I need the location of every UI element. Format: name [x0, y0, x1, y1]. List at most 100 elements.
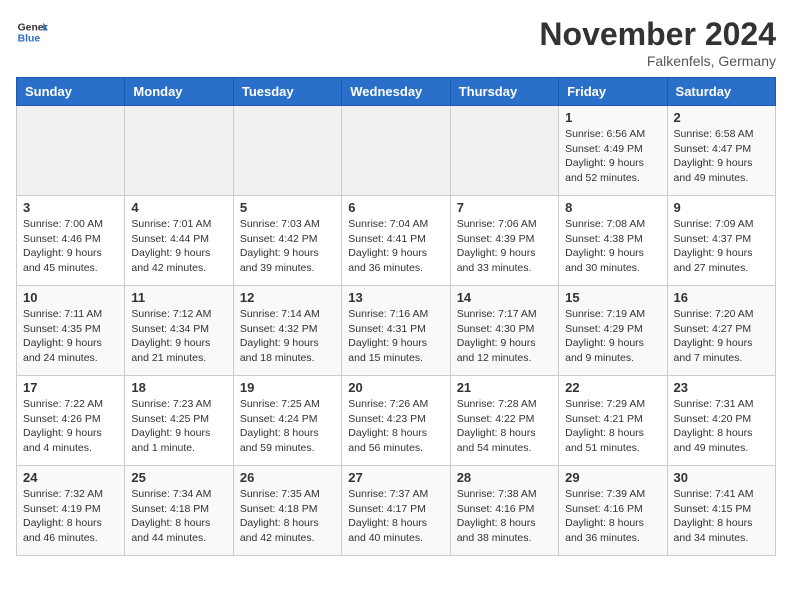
day-number: 6: [348, 200, 443, 215]
day-number: 24: [23, 470, 118, 485]
calendar-header-row: SundayMondayTuesdayWednesdayThursdayFrid…: [17, 78, 776, 106]
day-cell: 24Sunrise: 7:32 AM Sunset: 4:19 PM Dayli…: [17, 466, 125, 556]
day-number: 17: [23, 380, 118, 395]
day-info: Sunrise: 7:25 AM Sunset: 4:24 PM Dayligh…: [240, 397, 335, 456]
day-cell: 4Sunrise: 7:01 AM Sunset: 4:44 PM Daylig…: [125, 196, 233, 286]
day-cell: 23 Sunrise: 7:31 AM Sunset: 4:20 PM Dayli…: [667, 376, 775, 466]
week-row-5: 24Sunrise: 7:32 AM Sunset: 4:19 PM Dayli…: [17, 466, 776, 556]
day-info: Sunrise: 7:41 AM Sunset: 4:15 PM Dayligh…: [674, 487, 769, 546]
day-info: Sunrise: 7:04 AM Sunset: 4:41 PM Dayligh…: [348, 217, 443, 276]
day-cell: 11 Sunrise: 7:12 AM Sunset: 4:34 PM Dayli…: [125, 286, 233, 376]
day-cell: 13 Sunrise: 7:16 AM Sunset: 4:31 PM Dayli…: [342, 286, 450, 376]
day-number: 16: [674, 290, 769, 305]
title-area: November 2024 Falkenfels, Germany: [539, 16, 776, 69]
day-number: 27: [348, 470, 443, 485]
day-info: Sunrise: 7:34 AM Sunset: 4:18 PM Dayligh…: [131, 487, 226, 546]
day-number: 10: [23, 290, 118, 305]
day-number: 14: [457, 290, 552, 305]
day-number: 20: [348, 380, 443, 395]
day-info: Sunrise: 7:23 AM Sunset: 4:25 PM Dayligh…: [131, 397, 226, 456]
header-thursday: Thursday: [450, 78, 558, 106]
day-cell: 21 Sunrise: 7:28 AM Sunset: 4:22 PM Dayli…: [450, 376, 558, 466]
day-info: Sunrise: 7:37 AM Sunset: 4:17 PM Dayligh…: [348, 487, 443, 546]
day-number: 9: [674, 200, 769, 215]
day-cell: 14 Sunrise: 7:17 AM Sunset: 4:30 PM Dayli…: [450, 286, 558, 376]
day-cell: 25 Sunrise: 7:34 AM Sunset: 4:18 PM Dayli…: [125, 466, 233, 556]
day-number: 8: [565, 200, 660, 215]
day-info: Sunrise: 7:16 AM Sunset: 4:31 PM Dayligh…: [348, 307, 443, 366]
day-number: 7: [457, 200, 552, 215]
week-row-1: 1 Sunrise: 6:56 AM Sunset: 4:49 PM Daylig…: [17, 106, 776, 196]
day-info: Sunrise: 7:28 AM Sunset: 4:22 PM Dayligh…: [457, 397, 552, 456]
day-cell: 7 Sunrise: 7:06 AM Sunset: 4:39 PM Daylig…: [450, 196, 558, 286]
day-number: 25: [131, 470, 226, 485]
header-friday: Friday: [559, 78, 667, 106]
day-number: 23: [674, 380, 769, 395]
day-cell: 27 Sunrise: 7:37 AM Sunset: 4:17 PM Dayli…: [342, 466, 450, 556]
week-row-2: 3 Sunrise: 7:00 AM Sunset: 4:46 PM Daylig…: [17, 196, 776, 286]
month-title: November 2024: [539, 16, 776, 53]
location: Falkenfels, Germany: [539, 53, 776, 69]
day-cell: [233, 106, 341, 196]
calendar-table: SundayMondayTuesdayWednesdayThursdayFrid…: [16, 77, 776, 556]
day-cell: 29 Sunrise: 7:39 AM Sunset: 4:16 PM Dayli…: [559, 466, 667, 556]
week-row-4: 17 Sunrise: 7:22 AM Sunset: 4:26 PM Dayli…: [17, 376, 776, 466]
day-cell: 12Sunrise: 7:14 AM Sunset: 4:32 PM Dayli…: [233, 286, 341, 376]
day-info: Sunrise: 7:20 AM Sunset: 4:27 PM Dayligh…: [674, 307, 769, 366]
day-cell: 16 Sunrise: 7:20 AM Sunset: 4:27 PM Dayli…: [667, 286, 775, 376]
day-info: Sunrise: 7:09 AM Sunset: 4:37 PM Dayligh…: [674, 217, 769, 276]
header-monday: Monday: [125, 78, 233, 106]
day-number: 11: [131, 290, 226, 305]
day-number: 30: [674, 470, 769, 485]
day-info: Sunrise: 7:12 AM Sunset: 4:34 PM Dayligh…: [131, 307, 226, 366]
day-number: 3: [23, 200, 118, 215]
day-number: 4: [131, 200, 226, 215]
logo-icon: General Blue: [16, 16, 48, 48]
day-number: 1: [565, 110, 660, 125]
day-number: 19: [240, 380, 335, 395]
day-info: Sunrise: 7:31 AM Sunset: 4:20 PM Dayligh…: [674, 397, 769, 456]
day-info: Sunrise: 6:58 AM Sunset: 4:47 PM Dayligh…: [674, 127, 769, 186]
day-number: 18: [131, 380, 226, 395]
day-cell: 15 Sunrise: 7:19 AM Sunset: 4:29 PM Dayli…: [559, 286, 667, 376]
day-info: Sunrise: 7:06 AM Sunset: 4:39 PM Dayligh…: [457, 217, 552, 276]
day-info: Sunrise: 7:39 AM Sunset: 4:16 PM Dayligh…: [565, 487, 660, 546]
day-number: 26: [240, 470, 335, 485]
day-cell: [125, 106, 233, 196]
header-saturday: Saturday: [667, 78, 775, 106]
header-sunday: Sunday: [17, 78, 125, 106]
day-info: Sunrise: 7:22 AM Sunset: 4:26 PM Dayligh…: [23, 397, 118, 456]
day-number: 22: [565, 380, 660, 395]
day-cell: 26Sunrise: 7:35 AM Sunset: 4:18 PM Dayli…: [233, 466, 341, 556]
header-wednesday: Wednesday: [342, 78, 450, 106]
day-cell: 9 Sunrise: 7:09 AM Sunset: 4:37 PM Daylig…: [667, 196, 775, 286]
week-row-3: 10 Sunrise: 7:11 AM Sunset: 4:35 PM Dayli…: [17, 286, 776, 376]
day-number: 29: [565, 470, 660, 485]
day-cell: 10 Sunrise: 7:11 AM Sunset: 4:35 PM Dayli…: [17, 286, 125, 376]
day-cell: 20Sunrise: 7:26 AM Sunset: 4:23 PM Dayli…: [342, 376, 450, 466]
day-info: Sunrise: 7:17 AM Sunset: 4:30 PM Dayligh…: [457, 307, 552, 366]
day-info: Sunrise: 7:00 AM Sunset: 4:46 PM Dayligh…: [23, 217, 118, 276]
logo: General Blue: [16, 16, 48, 48]
day-info: Sunrise: 7:11 AM Sunset: 4:35 PM Dayligh…: [23, 307, 118, 366]
day-cell: 28Sunrise: 7:38 AM Sunset: 4:16 PM Dayli…: [450, 466, 558, 556]
day-info: Sunrise: 7:14 AM Sunset: 4:32 PM Dayligh…: [240, 307, 335, 366]
day-number: 21: [457, 380, 552, 395]
day-number: 15: [565, 290, 660, 305]
day-info: Sunrise: 7:19 AM Sunset: 4:29 PM Dayligh…: [565, 307, 660, 366]
day-info: Sunrise: 7:08 AM Sunset: 4:38 PM Dayligh…: [565, 217, 660, 276]
day-cell: 30 Sunrise: 7:41 AM Sunset: 4:15 PM Dayli…: [667, 466, 775, 556]
day-cell: 17 Sunrise: 7:22 AM Sunset: 4:26 PM Dayli…: [17, 376, 125, 466]
day-cell: 19 Sunrise: 7:25 AM Sunset: 4:24 PM Dayli…: [233, 376, 341, 466]
day-cell: [17, 106, 125, 196]
day-cell: 18 Sunrise: 7:23 AM Sunset: 4:25 PM Dayli…: [125, 376, 233, 466]
day-number: 5: [240, 200, 335, 215]
day-number: 28: [457, 470, 552, 485]
day-info: Sunrise: 6:56 AM Sunset: 4:49 PM Dayligh…: [565, 127, 660, 186]
day-number: 13: [348, 290, 443, 305]
day-cell: 22 Sunrise: 7:29 AM Sunset: 4:21 PM Dayli…: [559, 376, 667, 466]
day-info: Sunrise: 7:29 AM Sunset: 4:21 PM Dayligh…: [565, 397, 660, 456]
day-cell: [450, 106, 558, 196]
day-cell: [342, 106, 450, 196]
day-number: 2: [674, 110, 769, 125]
